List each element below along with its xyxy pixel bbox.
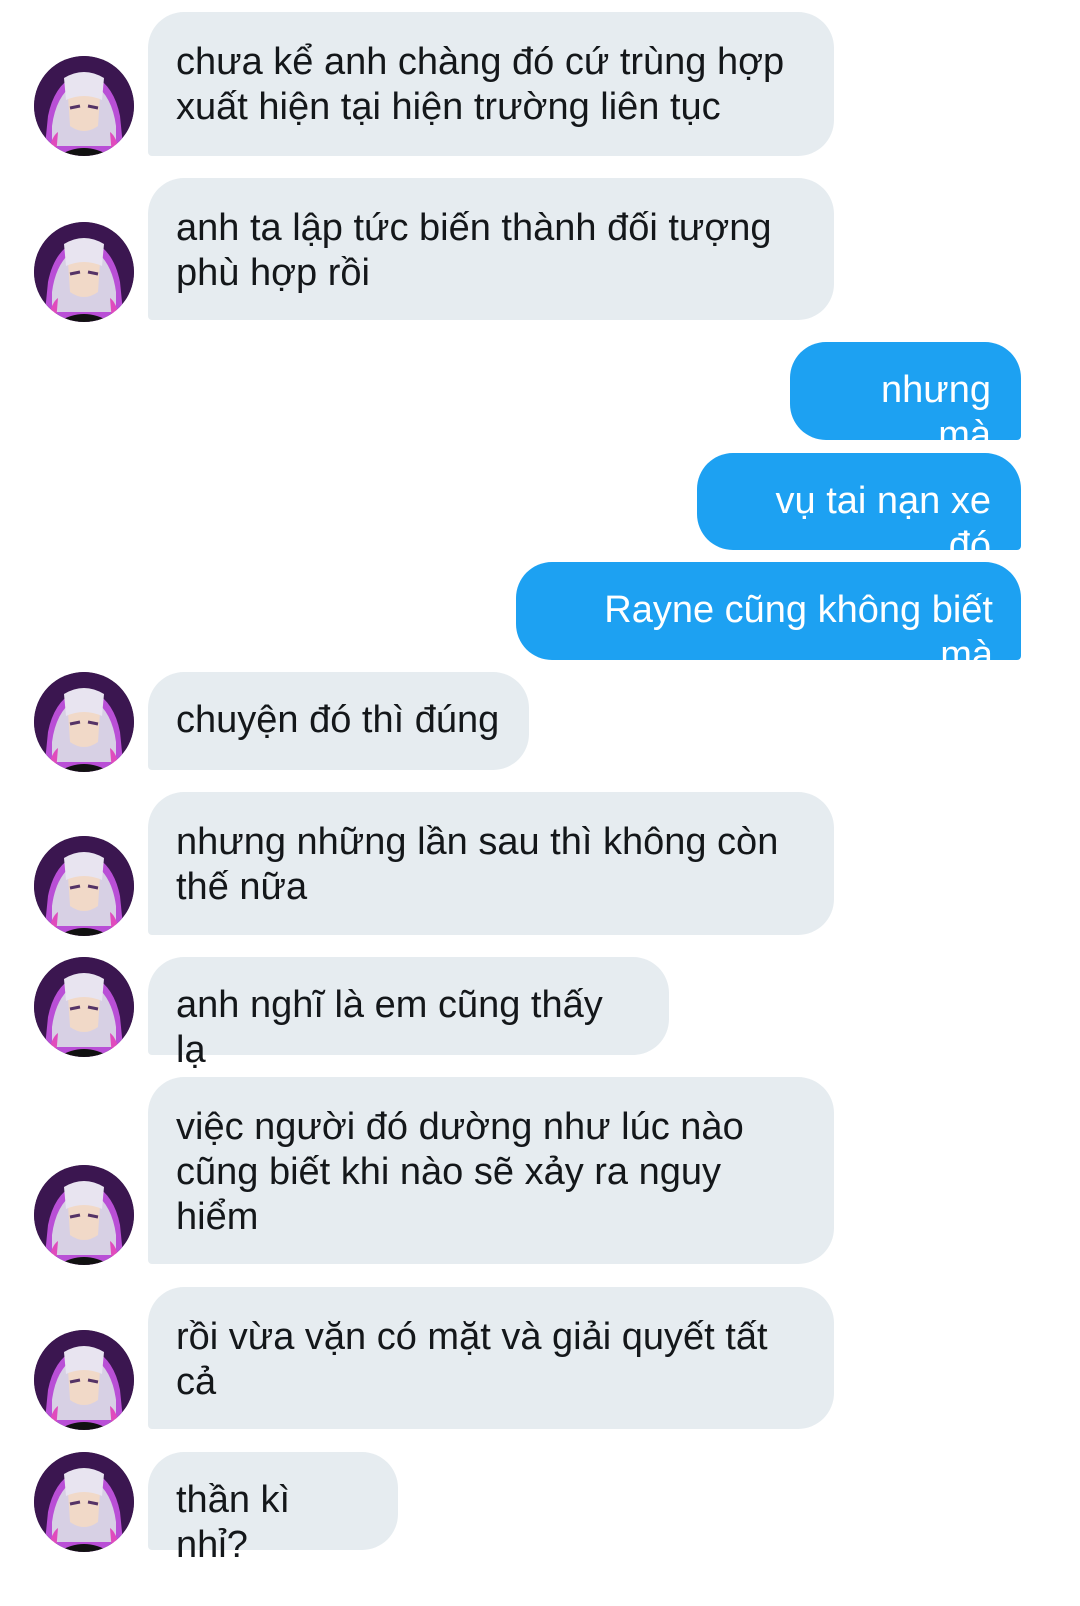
user-avatar[interactable] [34,1452,134,1552]
message-bubble-incoming[interactable]: chuyện đó thì đúng [148,672,529,770]
user-avatar[interactable] [34,1165,134,1265]
message-bubble-incoming[interactable]: nhưng những lần sau thì không còn thế nữ… [148,792,834,935]
user-avatar[interactable] [34,56,134,156]
message-bubble-incoming[interactable]: việc người đó dường như lúc nào cũng biế… [148,1077,834,1264]
user-avatar[interactable] [34,1330,134,1430]
message-bubble-outgoing[interactable]: Rayne cũng không biết mà [516,562,1021,676]
message-bubble-incoming[interactable]: thần kì nhỉ? [148,1452,398,1566]
message-bubble-incoming[interactable]: anh ta lập tức biến thành đối tượng phù … [148,178,834,320]
message-bubble-incoming[interactable]: anh nghĩ là em cũng thấy lạ [148,957,669,1071]
chat-thread: chưa kể anh chàng đó cứ trùng hợp xuất h… [0,0,1080,1606]
user-avatar[interactable] [34,957,134,1057]
message-bubble-outgoing[interactable]: nhưng mà [790,342,1021,456]
message-bubble-incoming[interactable]: rồi vừa vặn có mặt và giải quyết tất cả [148,1287,834,1429]
user-avatar[interactable] [34,672,134,772]
message-bubble-outgoing[interactable]: vụ tai nạn xe đó [697,453,1021,567]
user-avatar[interactable] [34,836,134,936]
message-bubble-incoming[interactable]: chưa kể anh chàng đó cứ trùng hợp xuất h… [148,12,834,156]
user-avatar[interactable] [34,222,134,322]
